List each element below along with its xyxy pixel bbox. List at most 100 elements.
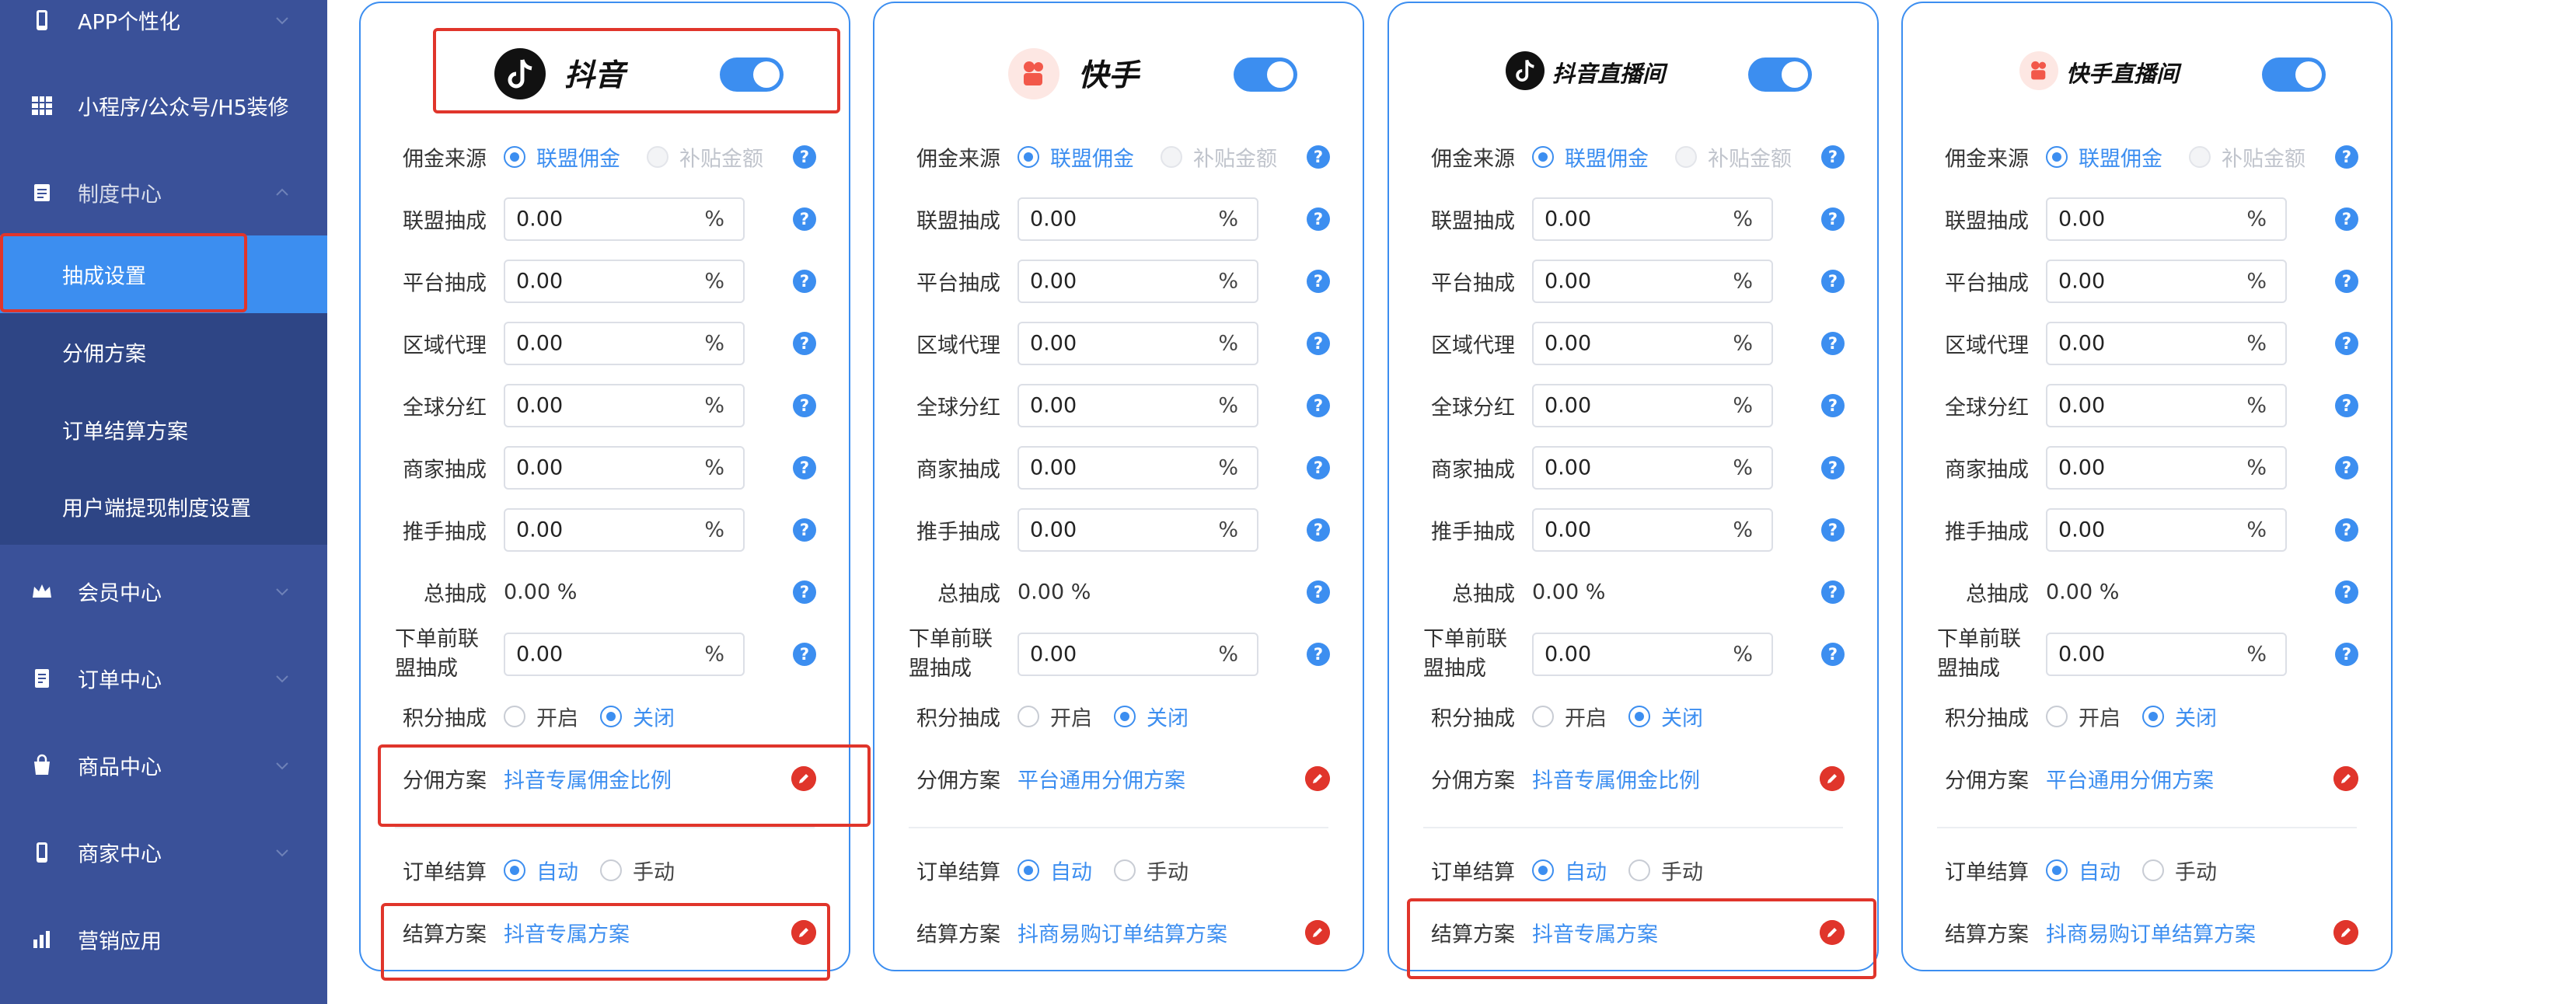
- pre-order-input[interactable]: 0.00%: [504, 633, 745, 676]
- help-icon[interactable]: ?: [1821, 145, 1845, 169]
- commission-plan-link[interactable]: 抖音专属佣金比例: [1532, 764, 1700, 794]
- merchant-input[interactable]: 0.00%: [2046, 446, 2287, 490]
- radio-subsidy[interactable]: [2189, 146, 2211, 168]
- radio-alliance-commission[interactable]: [1017, 146, 1039, 168]
- subnav-order-settlement[interactable]: 订单结算方案: [0, 391, 327, 469]
- help-icon[interactable]: ?: [2335, 394, 2358, 417]
- help-icon[interactable]: ?: [1821, 580, 1845, 604]
- help-icon[interactable]: ?: [1821, 394, 1845, 417]
- help-icon[interactable]: ?: [793, 270, 816, 293]
- promoter-input[interactable]: 0.00%: [1017, 508, 1258, 552]
- help-icon[interactable]: ?: [1307, 643, 1330, 666]
- alliance-input[interactable]: 0.00%: [1017, 197, 1258, 241]
- radio-points-on[interactable]: [504, 706, 525, 727]
- nav-product-center[interactable]: 商品中心: [0, 722, 327, 809]
- radio-points-on[interactable]: [1532, 706, 1554, 727]
- merchant-input[interactable]: 0.00%: [1532, 446, 1773, 490]
- help-icon[interactable]: ?: [1307, 145, 1330, 169]
- settle-plan-link[interactable]: 抖商易购订单结算方案: [2046, 918, 2256, 948]
- nav-member-center[interactable]: 会员中心: [0, 548, 327, 635]
- help-icon[interactable]: ?: [1307, 580, 1330, 604]
- radio-points-on[interactable]: [1017, 706, 1039, 727]
- radio-settle-manual[interactable]: [2142, 859, 2164, 881]
- help-icon[interactable]: ?: [793, 394, 816, 417]
- radio-subsidy[interactable]: [647, 146, 668, 168]
- alliance-input[interactable]: 0.00%: [2046, 197, 2287, 241]
- radio-alliance-commission[interactable]: [1532, 146, 1554, 168]
- help-icon[interactable]: ?: [2335, 518, 2358, 542]
- commission-plan-link[interactable]: 平台通用分佣方案: [2046, 764, 2214, 794]
- help-icon[interactable]: ?: [2335, 456, 2358, 479]
- radio-settle-manual[interactable]: [1628, 859, 1650, 881]
- commission-plan-link[interactable]: 平台通用分佣方案: [1017, 764, 1185, 794]
- help-icon[interactable]: ?: [793, 332, 816, 355]
- nav-order-center[interactable]: 订单中心: [0, 635, 327, 722]
- help-icon[interactable]: ?: [1307, 207, 1330, 231]
- help-icon[interactable]: ?: [1821, 643, 1845, 666]
- help-icon[interactable]: ?: [2335, 145, 2358, 169]
- merchant-input[interactable]: 0.00%: [504, 446, 745, 490]
- alliance-input[interactable]: 0.00%: [1532, 197, 1773, 241]
- promoter-input[interactable]: 0.00%: [2046, 508, 2287, 552]
- help-icon[interactable]: ?: [793, 643, 816, 666]
- help-icon[interactable]: ?: [1307, 394, 1330, 417]
- global-input[interactable]: 0.00%: [1532, 384, 1773, 427]
- nav-miniprogram-decor[interactable]: 小程序/公众号/H5装修: [0, 62, 327, 149]
- edit-icon[interactable]: [2333, 766, 2358, 791]
- help-icon[interactable]: ?: [793, 456, 816, 479]
- global-input[interactable]: 0.00%: [504, 384, 745, 427]
- nav-app-personalization[interactable]: APP个性化: [0, 0, 327, 64]
- radio-points-off[interactable]: [600, 706, 622, 727]
- radio-points-off[interactable]: [1114, 706, 1136, 727]
- radio-subsidy[interactable]: [1675, 146, 1697, 168]
- platform-input[interactable]: 0.00%: [1017, 260, 1258, 303]
- subnav-commission-plan[interactable]: 分佣方案: [0, 313, 327, 391]
- help-icon[interactable]: ?: [1821, 270, 1845, 293]
- pre-order-input[interactable]: 0.00%: [2046, 633, 2287, 676]
- edit-icon[interactable]: [2333, 920, 2358, 945]
- nav-merchant-center[interactable]: 商家中心: [0, 809, 327, 896]
- subnav-withdraw-settings[interactable]: 用户端提现制度设置: [0, 469, 327, 545]
- help-icon[interactable]: ?: [1821, 207, 1845, 231]
- pre-order-input[interactable]: 0.00%: [1532, 633, 1773, 676]
- help-icon[interactable]: ?: [1821, 456, 1845, 479]
- help-icon[interactable]: ?: [2335, 580, 2358, 604]
- platform-enable-toggle[interactable]: [1234, 58, 1297, 92]
- help-icon[interactable]: ?: [2335, 270, 2358, 293]
- radio-settle-manual[interactable]: [1114, 859, 1136, 881]
- radio-subsidy[interactable]: [1161, 146, 1182, 168]
- region-input[interactable]: 0.00%: [2046, 322, 2287, 365]
- nav-marketing[interactable]: 营销应用: [0, 896, 327, 983]
- help-icon[interactable]: ?: [1307, 518, 1330, 542]
- settle-plan-link[interactable]: 抖商易购订单结算方案: [1017, 918, 1227, 948]
- radio-alliance-commission[interactable]: [2046, 146, 2068, 168]
- help-icon[interactable]: ?: [1307, 270, 1330, 293]
- platform-input[interactable]: 0.00%: [504, 260, 745, 303]
- edit-icon[interactable]: [1820, 766, 1845, 791]
- radio-settle-auto[interactable]: [1017, 859, 1039, 881]
- global-input[interactable]: 0.00%: [2046, 384, 2287, 427]
- help-icon[interactable]: ?: [2335, 332, 2358, 355]
- edit-icon[interactable]: [1305, 766, 1330, 791]
- platform-input[interactable]: 0.00%: [2046, 260, 2287, 303]
- alliance-input[interactable]: 0.00%: [504, 197, 745, 241]
- help-icon[interactable]: ?: [2335, 207, 2358, 231]
- platform-input[interactable]: 0.00%: [1532, 260, 1773, 303]
- help-icon[interactable]: ?: [2335, 643, 2358, 666]
- help-icon[interactable]: ?: [793, 145, 816, 169]
- platform-enable-toggle[interactable]: [2262, 58, 2326, 92]
- radio-points-on[interactable]: [2046, 706, 2068, 727]
- radio-settle-auto[interactable]: [2046, 859, 2068, 881]
- nav-system-center[interactable]: 制度中心: [0, 149, 327, 236]
- promoter-input[interactable]: 0.00%: [504, 508, 745, 552]
- region-input[interactable]: 0.00%: [504, 322, 745, 365]
- help-icon[interactable]: ?: [1307, 332, 1330, 355]
- radio-points-off[interactable]: [1628, 706, 1650, 727]
- edit-icon[interactable]: [1305, 920, 1330, 945]
- radio-points-off[interactable]: [2142, 706, 2164, 727]
- help-icon[interactable]: ?: [1821, 332, 1845, 355]
- region-input[interactable]: 0.00%: [1532, 322, 1773, 365]
- help-icon[interactable]: ?: [793, 207, 816, 231]
- help-icon[interactable]: ?: [1821, 518, 1845, 542]
- radio-alliance-commission[interactable]: [504, 146, 525, 168]
